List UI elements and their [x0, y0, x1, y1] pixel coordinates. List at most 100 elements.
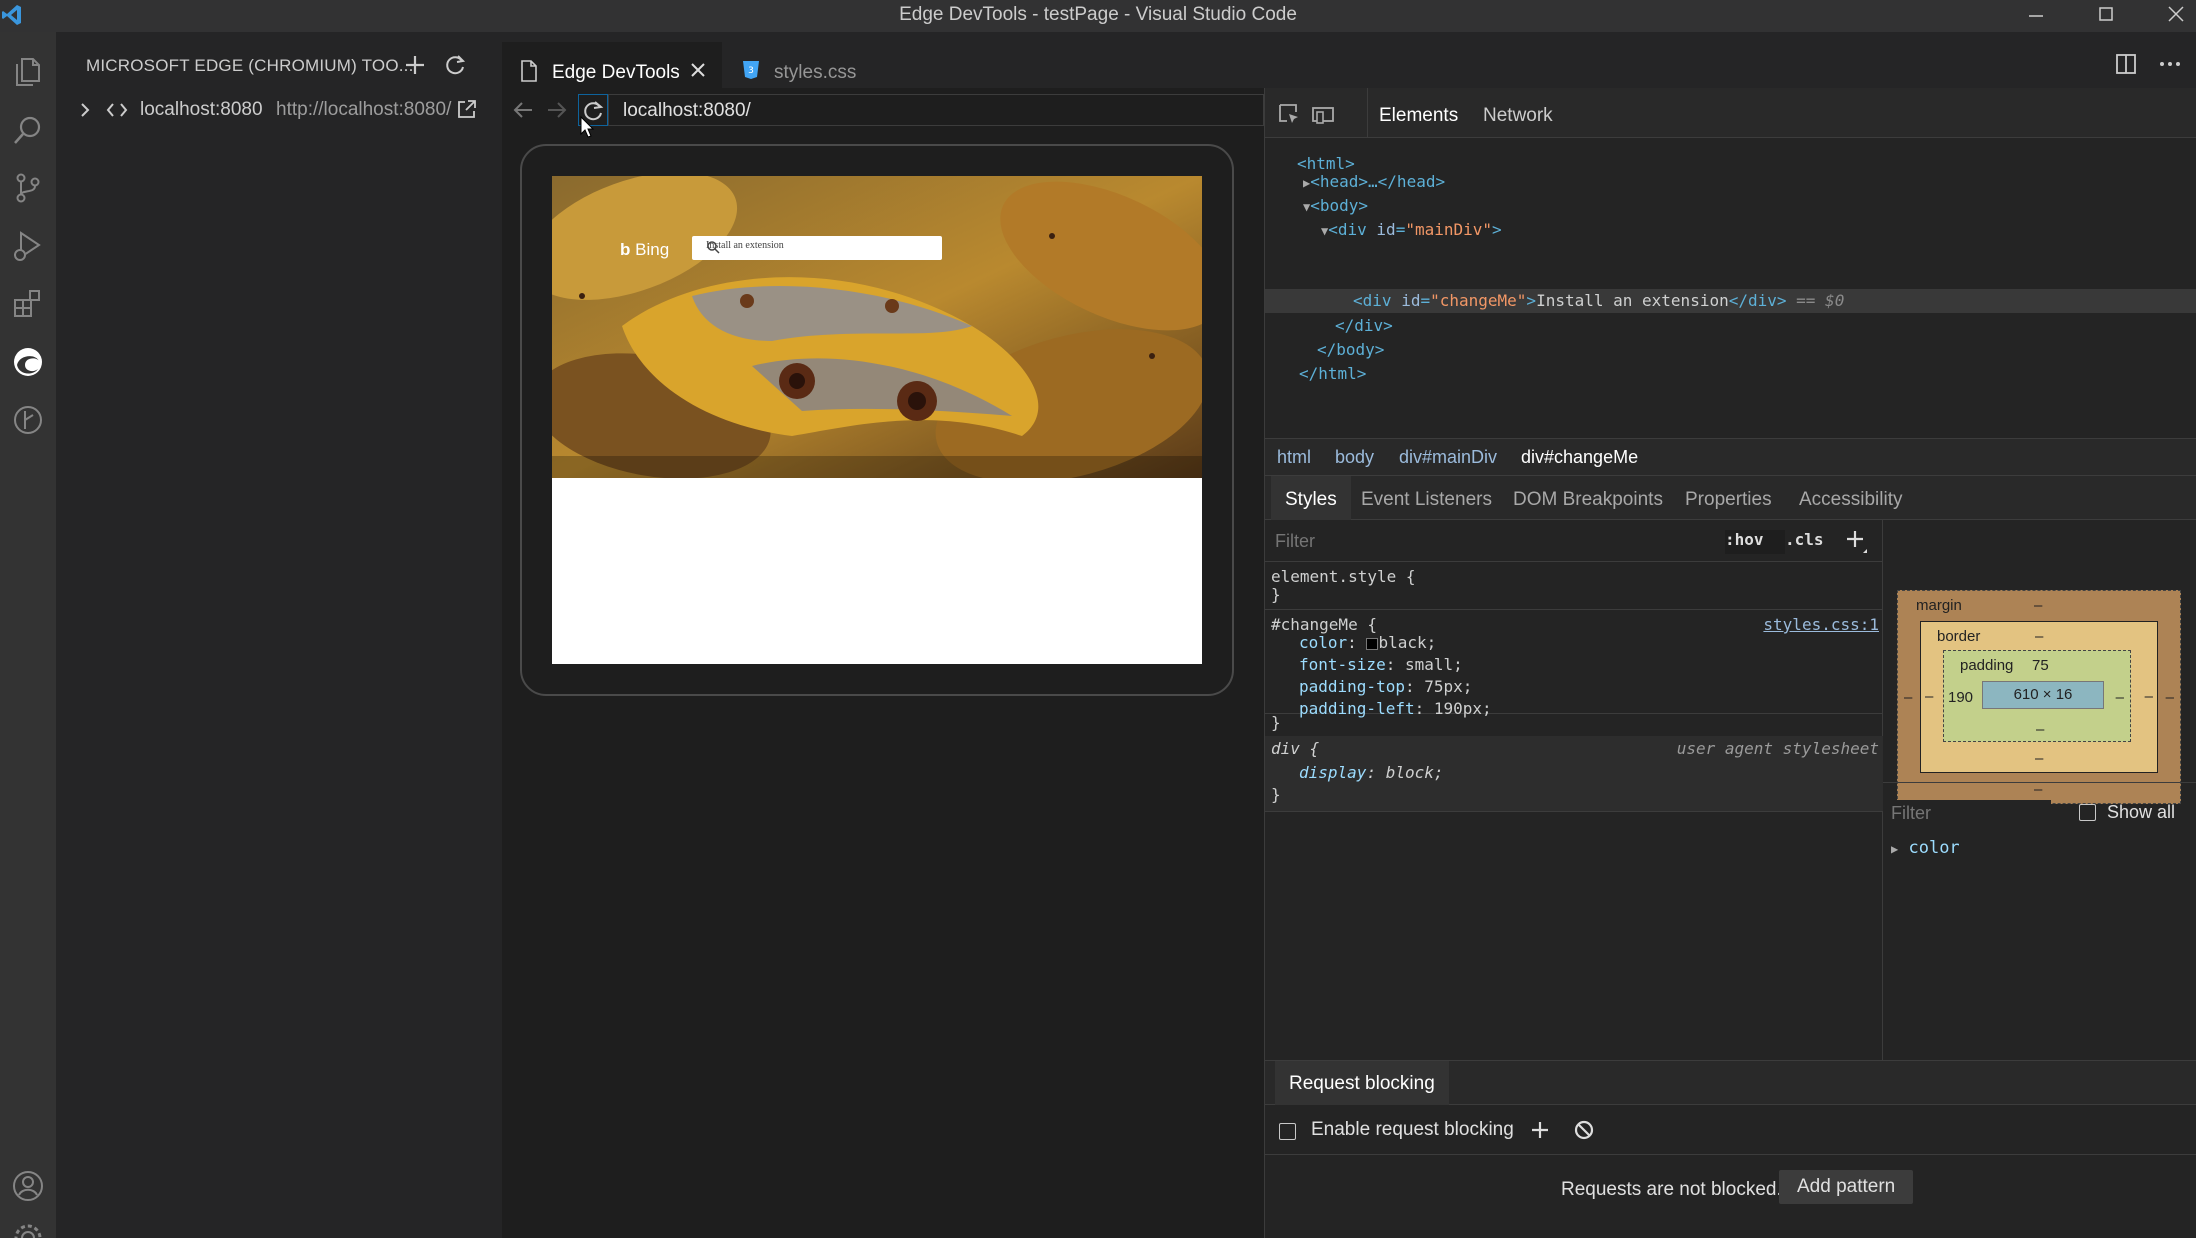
- page-viewport[interactable]: b Bing Install an extension: [552, 176, 1202, 664]
- target-item[interactable]: localhost:8080 http://localhost:8080/: [56, 92, 502, 128]
- dom-node-head[interactable]: ▶<head>…</head>: [1303, 170, 1445, 194]
- breadcrumb-body[interactable]: body: [1335, 447, 1374, 468]
- padding-top-value[interactable]: 75: [2032, 657, 2049, 674]
- maximize-button[interactable]: [2086, 2, 2126, 30]
- rule-source: user agent stylesheet: [1676, 739, 1879, 758]
- tab-elements[interactable]: Elements: [1379, 105, 1458, 127]
- tab-properties[interactable]: Properties: [1685, 489, 1772, 511]
- sidebar-header: MICROSOFT EDGE (CHROMIUM) TOO...: [86, 56, 414, 75]
- rule-close-brace: }: [1271, 585, 1281, 604]
- breadcrumb-maindiv[interactable]: div#mainDiv: [1399, 447, 1497, 468]
- forward-arrow-icon[interactable]: [544, 98, 570, 122]
- styles-filter-bar: :hov .cls: [1265, 520, 1883, 562]
- styles-filter-input[interactable]: [1275, 528, 1715, 554]
- box-padding[interactable]: padding 75 – 190 – 610 × 16: [1943, 650, 2131, 742]
- refresh-targets-icon[interactable]: [440, 50, 470, 80]
- style-property[interactable]: display: block;: [1299, 762, 1444, 784]
- tab-styles[interactable]: Styles: [1285, 489, 1337, 511]
- box-content-size[interactable]: 610 × 16: [1982, 681, 2104, 709]
- add-pattern-icon[interactable]: [1527, 1117, 1553, 1143]
- dom-node-body-close[interactable]: </body>: [1317, 338, 1384, 362]
- breadcrumb-html[interactable]: html: [1277, 447, 1311, 468]
- background-image: [552, 176, 1202, 478]
- computed-filter-input[interactable]: [1891, 800, 2051, 826]
- cls-toggle[interactable]: .cls: [1785, 530, 1824, 549]
- run-debug-icon[interactable]: [0, 218, 56, 274]
- dom-node-body[interactable]: ▼<body>: [1303, 194, 1368, 218]
- source-control-icon[interactable]: [0, 160, 56, 216]
- svg-text:3: 3: [748, 66, 754, 76]
- enable-request-blocking-checkbox[interactable]: [1279, 1123, 1296, 1140]
- breadcrumb-changeme[interactable]: div#changeMe: [1521, 447, 1638, 468]
- tab-dom-breakpoints[interactable]: DOM Breakpoints: [1513, 489, 1663, 511]
- url-input[interactable]: [623, 99, 1243, 123]
- border-bottom-value[interactable]: –: [2035, 750, 2043, 767]
- box-border[interactable]: border – – – – padding 75 – 190 – 610 × …: [1920, 621, 2158, 773]
- tab-label: Edge DevTools: [552, 62, 680, 83]
- dom-node-changeme[interactable]: <div id="changeMe">Install an extension<…: [1353, 289, 1844, 313]
- style-property[interactable]: font-size: small;: [1299, 654, 1463, 676]
- bing-search-box[interactable]: Install an extension: [692, 236, 942, 260]
- margin-right-value[interactable]: –: [2166, 689, 2174, 706]
- target-url: http://localhost:8080/: [276, 99, 452, 120]
- bing-search-icon[interactable]: [706, 240, 936, 254]
- margin-top-value[interactable]: –: [2034, 597, 2042, 614]
- request-blocking-toolbar: Enable request blocking: [1265, 1105, 2196, 1155]
- edge-devtools-icon[interactable]: [0, 334, 56, 390]
- padding-right-value[interactable]: –: [2116, 689, 2124, 706]
- bing-logo[interactable]: b Bing: [620, 240, 669, 260]
- style-property[interactable]: padding-top: 75px;: [1299, 676, 1472, 698]
- element-style-selector[interactable]: element.style {: [1271, 566, 1416, 588]
- computed-property-color[interactable]: ▶ color: [1891, 838, 1960, 858]
- new-rule-icon[interactable]: [1841, 526, 1869, 554]
- dom-node-maindiv[interactable]: ▼<div id="mainDiv">: [1321, 218, 1502, 242]
- chevron-right-icon[interactable]: [78, 101, 92, 119]
- tab-request-blocking[interactable]: Request blocking: [1275, 1061, 1449, 1105]
- close-window-button[interactable]: [2156, 2, 2196, 30]
- box-margin[interactable]: margin – – – – border – – – – padding 75…: [1897, 590, 2181, 804]
- rule-close-brace: }: [1271, 713, 1281, 732]
- minimize-button[interactable]: [2016, 2, 2056, 30]
- back-arrow-icon[interactable]: [510, 98, 536, 122]
- screencast-panel: b Bing Install an extension: [502, 88, 1264, 1238]
- style-property[interactable]: padding-left: 190px;: [1299, 698, 1492, 720]
- extensions-icon[interactable]: [0, 276, 56, 332]
- split-editor-icon[interactable]: [2114, 52, 2138, 76]
- dom-node-html-close[interactable]: </html>: [1299, 362, 1366, 386]
- border-right-value[interactable]: –: [2145, 688, 2153, 705]
- show-all-checkbox[interactable]: [2079, 804, 2096, 821]
- style-property[interactable]: color: black;: [1299, 632, 1436, 654]
- rule-selector[interactable]: div {: [1271, 738, 1319, 760]
- tab-network[interactable]: Network: [1483, 105, 1553, 127]
- timeline-icon[interactable]: [0, 392, 56, 448]
- settings-gear-icon[interactable]: [0, 1210, 56, 1238]
- request-blocking-status: Requests are not blocked.: [1561, 1179, 1782, 1200]
- padding-bottom-value[interactable]: –: [2036, 721, 2044, 738]
- tab-accessibility[interactable]: Accessibility: [1799, 489, 1902, 511]
- css-file-icon: 3: [742, 60, 760, 80]
- close-tab-icon[interactable]: [688, 60, 708, 80]
- open-external-icon[interactable]: [456, 98, 478, 120]
- device-emulation-icon[interactable]: [1311, 102, 1337, 126]
- computed-filter-bar: Show all: [1883, 792, 2196, 832]
- tab-event-listeners[interactable]: Event Listeners: [1361, 489, 1492, 511]
- color-swatch-icon[interactable]: [1366, 637, 1379, 650]
- search-icon[interactable]: [0, 102, 56, 158]
- hov-toggle[interactable]: :hov: [1725, 530, 1764, 549]
- inspect-element-icon[interactable]: [1277, 102, 1301, 126]
- show-all-label: Show all: [2107, 802, 2176, 822]
- explorer-icon[interactable]: [0, 44, 56, 100]
- add-target-icon[interactable]: [400, 50, 430, 80]
- title-bar: Edge DevTools - testPage - Visual Studio…: [0, 0, 2196, 32]
- add-pattern-button[interactable]: Add pattern: [1779, 1170, 1914, 1204]
- rule-source-link[interactable]: styles.css:1: [1763, 614, 1879, 636]
- account-icon[interactable]: [0, 1158, 56, 1214]
- clear-patterns-icon[interactable]: [1571, 1117, 1597, 1143]
- dom-node-div-close[interactable]: </div>: [1335, 314, 1393, 338]
- margin-left-value[interactable]: –: [1904, 689, 1912, 706]
- padding-left-value[interactable]: 190: [1948, 689, 1973, 706]
- url-bar[interactable]: [608, 94, 1264, 126]
- border-top-value[interactable]: –: [2035, 628, 2043, 645]
- more-actions-icon[interactable]: [2158, 52, 2182, 76]
- border-left-value[interactable]: –: [1925, 688, 1933, 705]
